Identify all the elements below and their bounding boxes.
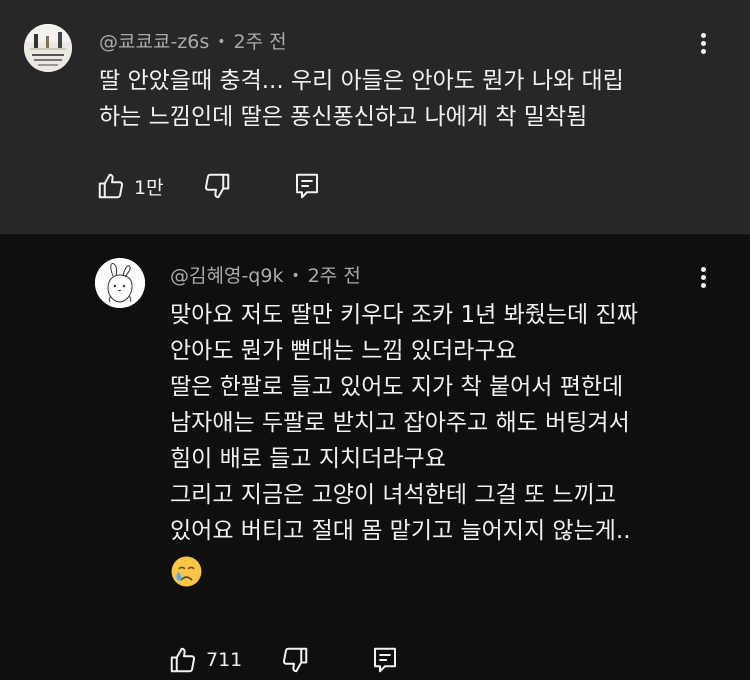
kebab-menu-icon (693, 267, 713, 288)
more-options-button[interactable] (693, 30, 713, 66)
author-handle[interactable]: @김혜영-q9k (170, 265, 283, 287)
comment-line: 딸 안았을때 충격... 우리 아들은 안아도 뭔가 나와 대립 (99, 68, 624, 94)
avatar[interactable] (95, 258, 145, 308)
reply-comment-icon (374, 647, 397, 673)
comment-meta: @쿄쿄쿄-z6s • 2주 전 (99, 27, 287, 54)
comment-line: 남자애는 두팔로 받치고 잡아주고 해도 버팅겨서 (170, 410, 630, 436)
dislike-button[interactable] (280, 645, 310, 675)
meta-separator: • (217, 34, 226, 50)
crying-face-icon (171, 556, 202, 587)
meta-separator: • (291, 268, 300, 284)
comment-text: 맞아요 저도 딸만 키우다 조카 1년 봐줬는데 진짜 안아도 뭔가 뻗대는 느… (170, 297, 638, 588)
comment-text: 딸 안았을때 충격... 우리 아들은 안아도 뭔가 나와 대립 하는 느낌인데… (99, 63, 624, 135)
thumbs-down-icon (283, 647, 308, 673)
timestamp[interactable]: 2주 전 (308, 265, 361, 287)
thumbs-up-icon (98, 173, 124, 199)
comment-actions: 1만 (96, 169, 322, 203)
author-handle[interactable]: @쿄쿄쿄-z6s (99, 31, 209, 53)
reply-button[interactable] (292, 171, 322, 201)
comment-line: 있어요 버티고 절대 몸 맡기고 늘어지지 않는게.. (170, 518, 631, 544)
comment-line: 하는 느낌인데 딸은 퐁신퐁신하고 나에게 착 밀착됨 (99, 104, 588, 130)
comment-line: 딸은 한팔로 들고 있어도 지가 착 붙어서 편한데 (170, 374, 624, 400)
avatar-image (24, 24, 72, 72)
comment-line: 맞아요 저도 딸만 키우다 조카 1년 봐줬는데 진짜 (170, 302, 638, 328)
like-count: 711 (206, 649, 243, 671)
kebab-menu-icon (693, 33, 713, 54)
comment-meta: @김혜영-q9k • 2주 전 (170, 261, 361, 288)
reply-comment-icon (295, 173, 318, 199)
reply-button[interactable] (370, 645, 400, 675)
like-count: 1만 (134, 176, 164, 199)
rabbit-avatar-icon (95, 258, 145, 308)
comment-line: 그리고 지금은 고양이 녀석한테 그걸 또 느끼고 (170, 482, 616, 508)
timestamp[interactable]: 2주 전 (234, 31, 287, 53)
more-options-button[interactable] (693, 264, 713, 300)
dislike-button[interactable] (202, 171, 232, 201)
comment-line: 안아도 뭔가 뻗대는 느낌 있더라구요 (170, 338, 517, 364)
comment-line: 힘이 배로 들고 지치더라구요 (170, 446, 446, 472)
like-button[interactable]: 711 (168, 645, 242, 675)
like-button[interactable]: 1만 (96, 171, 164, 201)
comment-actions: 711 (168, 643, 400, 677)
avatar[interactable] (24, 24, 72, 72)
thumbs-down-icon (204, 173, 229, 199)
thumbs-up-icon (170, 647, 196, 673)
